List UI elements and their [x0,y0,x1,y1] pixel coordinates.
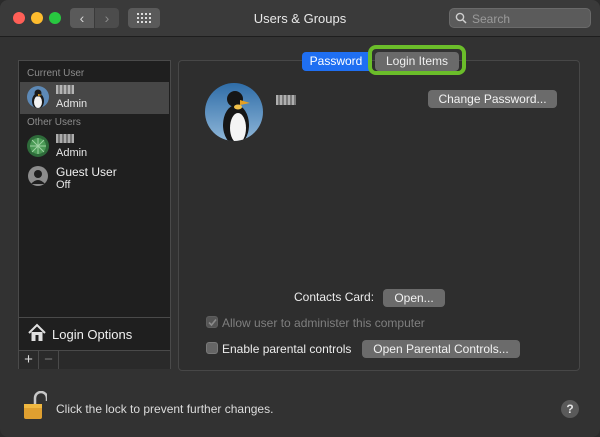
contacts-card-label: Contacts Card: [294,290,375,304]
checkmark-icon [208,318,217,327]
unlocked-lock-icon[interactable] [23,390,49,426]
current-user-row[interactable]: Admin [20,82,169,114]
blurred-username [56,134,74,143]
other-user-row[interactable]: Admin [20,131,169,163]
add-user-button[interactable]: + [19,351,39,369]
tab-password[interactable]: Password [302,52,370,71]
guest-user-status: Off [56,179,71,191]
parental-controls-checkbox[interactable] [206,342,218,354]
current-user-role: Admin [56,98,88,110]
preferences-window: ‹ › Users & Groups Current User [0,0,600,437]
blurred-username [56,85,74,94]
parental-controls-label: Enable parental controls [222,342,352,356]
guest-avatar [27,165,49,187]
current-user-heading: Current User [27,68,85,79]
search-input[interactable] [470,10,589,28]
lock-message: Click the lock to prevent further change… [56,402,274,416]
login-items-highlight [368,45,466,75]
change-password-button[interactable]: Change Password... [428,90,557,108]
other-user-role: Admin [56,147,88,159]
help-button[interactable]: ? [561,400,579,418]
login-options-button[interactable]: Login Options [19,317,170,350]
login-options-label: Login Options [52,327,133,342]
allow-admin-checkbox[interactable] [206,316,218,328]
other-users-heading: Other Users [27,117,81,128]
search-box[interactable] [449,8,591,28]
add-remove-bar: + − [19,350,170,369]
blurred-full-name [276,95,296,105]
remove-user-button[interactable]: − [39,351,59,369]
user-picture[interactable] [205,83,263,141]
users-sidebar: Current User Admin Other Users Admin Gue… [18,60,171,369]
title-bar: ‹ › Users & Groups [0,0,600,37]
leaf-avatar [27,135,49,157]
allow-admin-label: Allow user to administer this computer [222,316,425,330]
open-contacts-button[interactable]: Open... [383,289,445,307]
open-parental-controls-button[interactable]: Open Parental Controls... [362,340,520,358]
penguin-avatar [27,86,49,108]
guest-user-row[interactable]: Guest User Off [20,161,169,193]
search-icon [455,12,467,24]
house-icon [28,323,46,341]
guest-user-name: Guest User [56,165,117,179]
